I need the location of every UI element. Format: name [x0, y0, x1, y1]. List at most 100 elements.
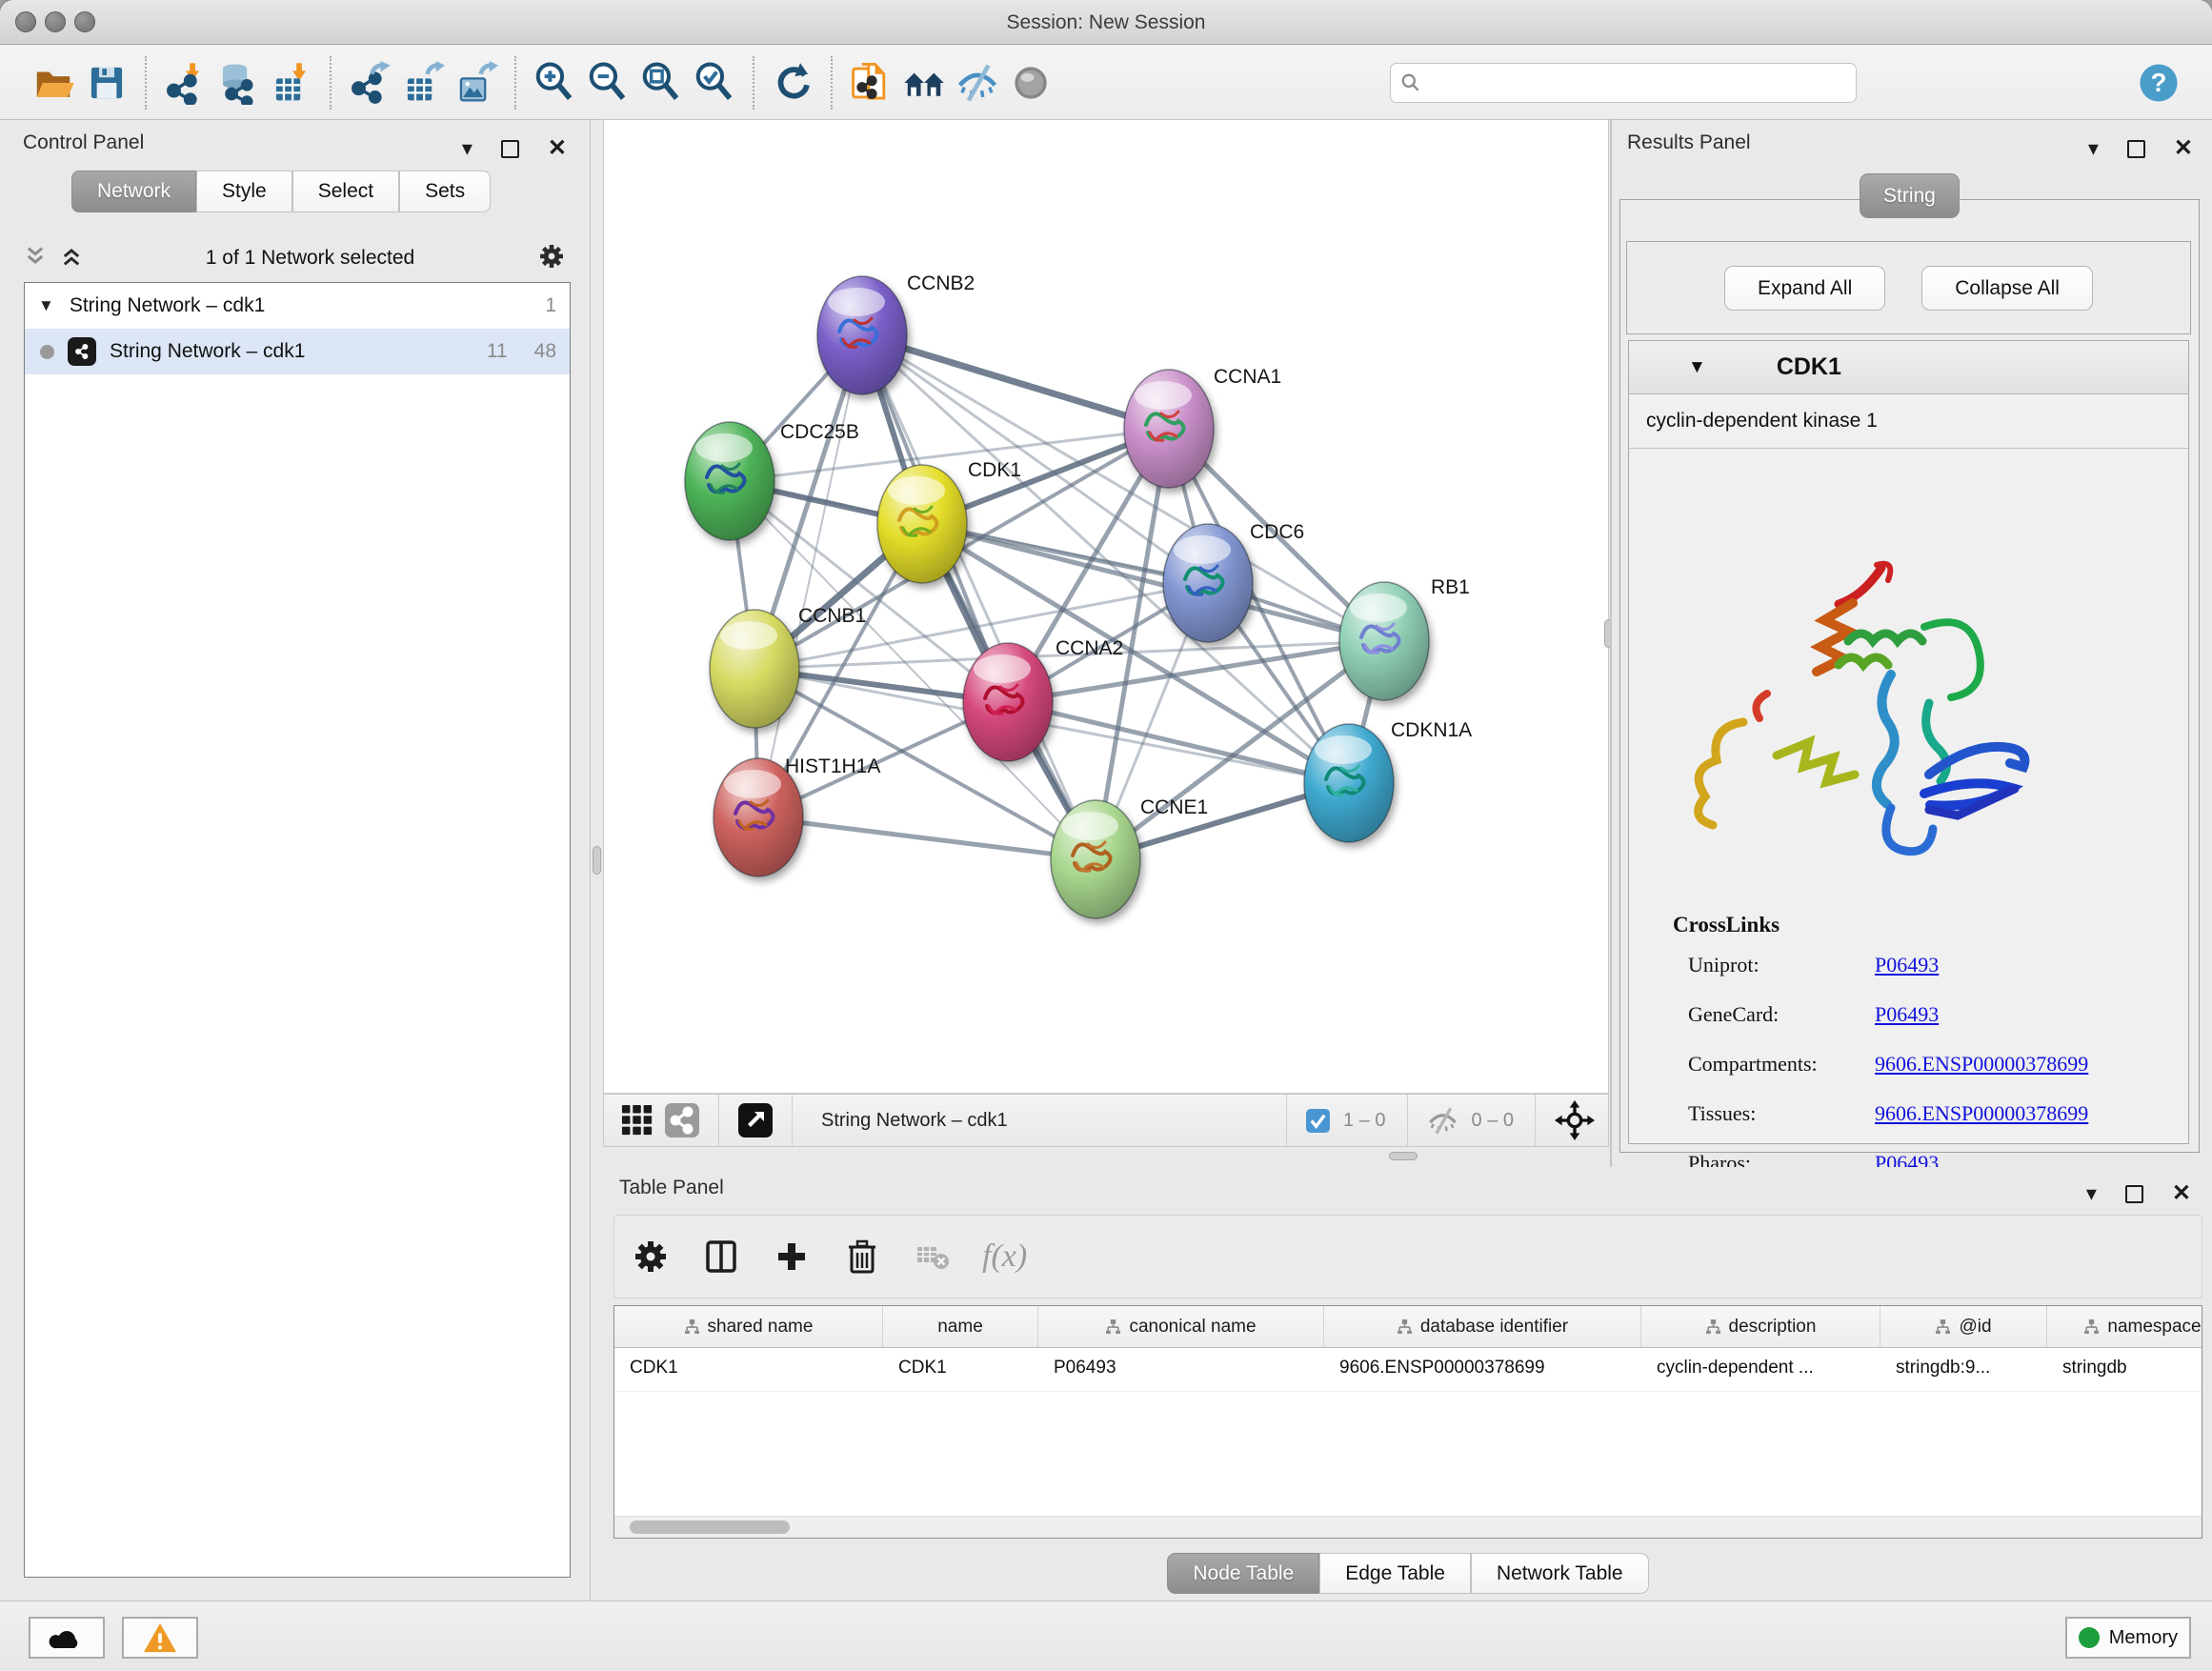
- network-node-CCNE1[interactable]: [1051, 800, 1140, 918]
- hidden-eye-icon[interactable]: [1427, 1105, 1458, 1137]
- birdseye-icon[interactable]: [738, 1103, 773, 1137]
- uniprot-link[interactable]: P06493: [1875, 953, 1939, 977]
- network-node-CDC6[interactable]: [1163, 524, 1253, 642]
- clear-table-icon[interactable]: [912, 1236, 954, 1278]
- left-splitter-grip[interactable]: [593, 846, 601, 875]
- node-details-header[interactable]: ▼ CDK1: [1629, 341, 2188, 394]
- column-header-shared-name[interactable]: shared name: [614, 1306, 883, 1347]
- import-network-database-button[interactable]: [211, 54, 265, 111]
- tab-node-table[interactable]: Node Table: [1167, 1553, 1319, 1594]
- refresh-view-button[interactable]: [766, 54, 819, 111]
- panel-menu-icon[interactable]: ▾: [462, 138, 473, 159]
- network-node-CDKN1A[interactable]: [1304, 724, 1394, 842]
- network-node-CCNB2[interactable]: [817, 276, 907, 394]
- genecard-link[interactable]: P06493: [1875, 1002, 1939, 1027]
- tab-style[interactable]: Style: [196, 171, 292, 212]
- zoom-in-button[interactable]: [528, 54, 581, 111]
- tab-sets[interactable]: Sets: [399, 171, 491, 212]
- export-table-button[interactable]: [396, 54, 450, 111]
- network-collection-row[interactable]: ▼ String Network – cdk1 1: [25, 283, 570, 329]
- close-panel-icon[interactable]: ✕: [548, 137, 567, 160]
- export-network-button[interactable]: [343, 54, 396, 111]
- tab-select[interactable]: Select: [292, 171, 399, 212]
- fit-crosshair-icon[interactable]: [1555, 1100, 1595, 1140]
- cell-id[interactable]: stringdb:9...: [1880, 1348, 2047, 1391]
- network-node-CDK1[interactable]: [877, 465, 967, 583]
- string-home-button[interactable]: [897, 54, 951, 111]
- network-edge-CCNB2-CCNA1[interactable]: [862, 335, 1169, 429]
- show-columns-icon[interactable]: [700, 1236, 742, 1278]
- expand-all-button[interactable]: Expand All: [1724, 266, 1885, 311]
- add-column-icon[interactable]: [771, 1236, 813, 1278]
- zoom-fit-button[interactable]: [634, 54, 688, 111]
- collapse-all-button[interactable]: Collapse All: [1921, 266, 2093, 311]
- tissues-link[interactable]: 9606.ENSP00000378699: [1875, 1101, 2088, 1126]
- network-row[interactable]: String Network – cdk1 11 48: [25, 329, 570, 374]
- column-header-name[interactable]: name: [883, 1306, 1038, 1347]
- tab-network[interactable]: Network: [71, 171, 196, 212]
- column-header-id[interactable]: @id: [1880, 1306, 2047, 1347]
- share-network-icon[interactable]: [665, 1103, 699, 1137]
- cell-description[interactable]: cyclin-dependent ...: [1641, 1348, 1880, 1391]
- network-node-CCNA1[interactable]: [1124, 370, 1214, 488]
- panel-menu-icon[interactable]: ▾: [2086, 1183, 2097, 1204]
- column-header-namespace[interactable]: namespace: [2047, 1306, 2202, 1347]
- memory-button[interactable]: Memory: [2065, 1617, 2191, 1659]
- show-all-button[interactable]: [1004, 54, 1057, 111]
- horizontal-scrollbar[interactable]: [614, 1516, 2202, 1538]
- cell-namespace[interactable]: stringdb: [2047, 1348, 2202, 1391]
- network-edge-HIST1H1A-CCNE1[interactable]: [758, 817, 1096, 859]
- network-edge-CCNA2-CDKN1A[interactable]: [1008, 702, 1349, 783]
- network-edge-CCNB2-HIST1H1A[interactable]: [758, 335, 862, 817]
- bottom-splitter-grip[interactable]: [1389, 1152, 1418, 1160]
- hide-selected-button[interactable]: [951, 54, 1004, 111]
- function-builder-icon[interactable]: f(x): [982, 1238, 1027, 1275]
- network-node-RB1[interactable]: [1339, 582, 1429, 700]
- search-input[interactable]: [1421, 71, 1846, 94]
- float-panel-icon[interactable]: [2127, 140, 2145, 158]
- network-node-CCNA2[interactable]: [963, 643, 1053, 761]
- import-table-file-button[interactable]: [265, 54, 318, 111]
- float-panel-icon[interactable]: [501, 140, 519, 158]
- table-row[interactable]: CDK1 CDK1 P06493 9606.ENSP00000378699 cy…: [614, 1348, 2202, 1392]
- open-session-button[interactable]: [27, 54, 80, 111]
- scrollbar-thumb[interactable]: [630, 1520, 790, 1534]
- network-node-CDC25B[interactable]: [685, 422, 774, 540]
- delete-column-icon[interactable]: [841, 1236, 883, 1278]
- expand-all-networks-icon[interactable]: [60, 245, 83, 272]
- cell-database-identifier[interactable]: 9606.ENSP00000378699: [1324, 1348, 1641, 1391]
- cell-shared-name[interactable]: CDK1: [614, 1348, 883, 1391]
- network-canvas[interactable]: CCNB2CCNA1CDC25BCDK1CDC6RB1CCNB1CCNA2CDK…: [604, 120, 1608, 1094]
- save-session-button[interactable]: [80, 54, 133, 111]
- grid-view-icon[interactable]: [621, 1104, 654, 1137]
- network-options-gear-icon[interactable]: [537, 242, 566, 275]
- network-node-CCNB1[interactable]: [710, 610, 799, 728]
- tab-network-table[interactable]: Network Table: [1471, 1553, 1649, 1594]
- import-network-file-button[interactable]: [158, 54, 211, 111]
- cell-canonical-name[interactable]: P06493: [1038, 1348, 1324, 1391]
- cloud-status-button[interactable]: [29, 1617, 105, 1659]
- search-field[interactable]: [1390, 63, 1857, 103]
- zoom-out-button[interactable]: [581, 54, 634, 111]
- warnings-button[interactable]: [122, 1617, 198, 1659]
- close-panel-icon[interactable]: ✕: [2172, 1182, 2191, 1205]
- tab-edge-table[interactable]: Edge Table: [1319, 1553, 1471, 1594]
- zoom-selected-button[interactable]: [688, 54, 741, 111]
- collapse-all-networks-icon[interactable]: [24, 245, 47, 272]
- close-panel-icon[interactable]: ✕: [2174, 137, 2193, 160]
- column-header-database-identifier[interactable]: database identifier: [1324, 1306, 1641, 1347]
- selected-checkbox[interactable]: [1306, 1109, 1330, 1133]
- tab-string[interactable]: String: [1860, 173, 1960, 218]
- network-edge-CCNB2-CCNE1[interactable]: [862, 335, 1096, 859]
- export-image-button[interactable]: [450, 54, 503, 111]
- column-header-canonical-name[interactable]: canonical name: [1038, 1306, 1324, 1347]
- panel-menu-icon[interactable]: ▾: [2088, 138, 2099, 159]
- help-button[interactable]: ?: [2132, 54, 2185, 111]
- cell-name[interactable]: CDK1: [883, 1348, 1038, 1391]
- column-header-description[interactable]: description: [1641, 1306, 1880, 1347]
- compartments-link[interactable]: 9606.ENSP00000378699: [1875, 1052, 2088, 1077]
- table-options-gear-icon[interactable]: [630, 1236, 672, 1278]
- import-string-network-button[interactable]: [844, 54, 897, 111]
- collection-expand-icon[interactable]: ▼: [38, 296, 54, 315]
- float-panel-icon[interactable]: [2125, 1185, 2143, 1203]
